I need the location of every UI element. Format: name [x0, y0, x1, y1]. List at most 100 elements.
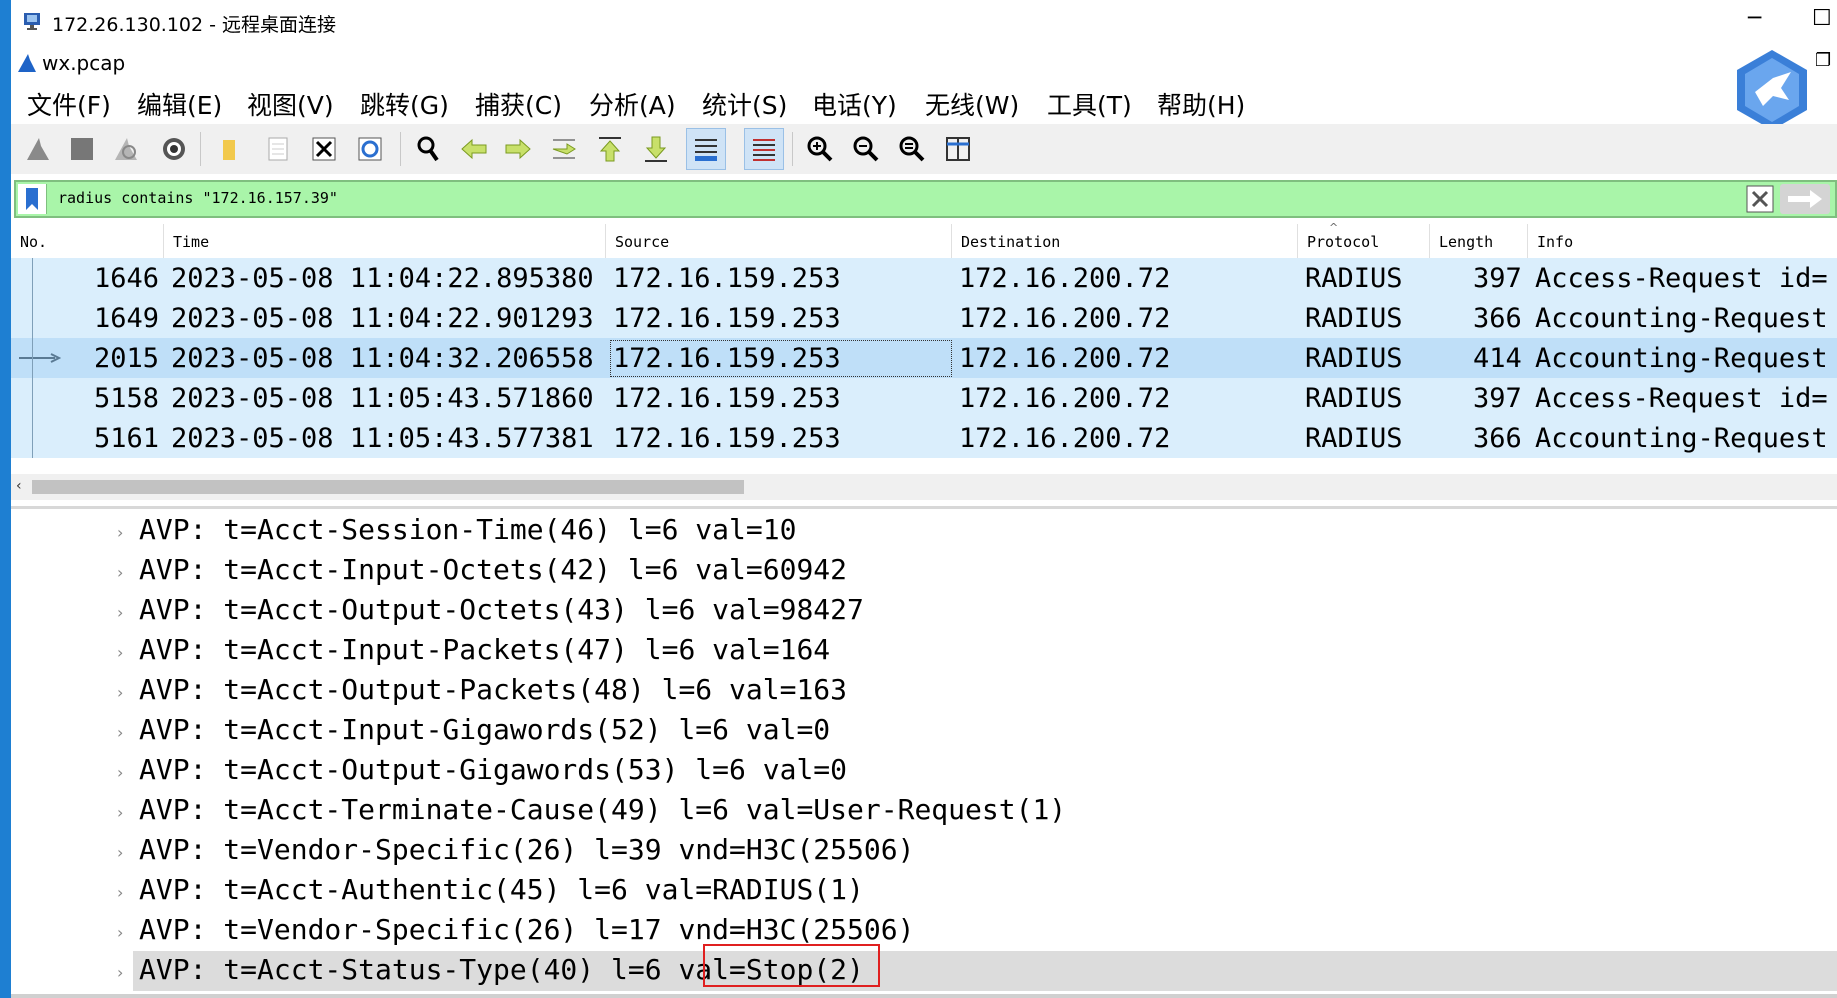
menu-edit[interactable]: 编辑(E)	[137, 86, 222, 122]
start-capture-button[interactable]	[18, 128, 58, 170]
maximize-button[interactable]: ☐	[1812, 6, 1832, 31]
detail-row[interactable]: › AVP: t=Acct-Input-Octets(42) l=6 val=60…	[11, 551, 1837, 591]
column-separator[interactable]	[1297, 224, 1298, 258]
column-no[interactable]: No.	[20, 233, 47, 251]
packet-row[interactable]: 1649 2023-05-08 11:04:22.901293 172.16.1…	[11, 298, 1837, 338]
column-separator[interactable]	[1429, 224, 1430, 258]
zoom-in-button[interactable]	[800, 128, 840, 170]
display-filter-input[interactable]: radius contains "172.16.157.39"	[58, 189, 338, 207]
menu-file[interactable]: 文件(F)	[27, 86, 111, 122]
packet-row[interactable]: 5158 2023-05-08 11:05:43.571860 172.16.1…	[11, 378, 1837, 418]
detail-row[interactable]: › AVP: t=Vendor-Specific(26) l=17 vnd=H3C…	[11, 911, 1837, 951]
detail-row[interactable]: › AVP: t=Acct-Terminate-Cause(49) l=6 val…	[11, 791, 1837, 831]
chevron-right-icon[interactable]: ›	[117, 923, 123, 942]
apply-filter-icon[interactable]	[1780, 184, 1830, 214]
menu-statistics[interactable]: 统计(S)	[702, 86, 787, 122]
packet-source: 172.16.159.253	[613, 383, 841, 414]
save-file-button[interactable]	[258, 128, 298, 170]
last-packet-button[interactable]	[636, 128, 676, 170]
chevron-right-icon[interactable]: ›	[117, 803, 123, 822]
packet-protocol: RADIUS	[1305, 263, 1403, 294]
chevron-right-icon[interactable]: ›	[117, 563, 123, 582]
column-separator[interactable]	[163, 224, 164, 258]
restart-shark-icon	[115, 138, 137, 160]
minimize-button[interactable]: ─	[1748, 6, 1761, 31]
packet-source: 172.16.159.253	[613, 263, 841, 294]
menu-tools[interactable]: 工具(T)	[1047, 86, 1132, 122]
highlight-annotation-box	[703, 944, 880, 987]
restart-capture-button[interactable]	[106, 128, 146, 170]
detail-row[interactable]: › AVP: t=Vendor-Specific(26) l=39 vnd=H3C…	[11, 831, 1837, 871]
detail-row[interactable]: › AVP: t=Acct-Output-Packets(48) l=6 val=…	[11, 671, 1837, 711]
close-file-button[interactable]	[304, 128, 344, 170]
detail-row[interactable]: › AVP: t=Acct-Session-Time(46) l=6 val=10	[11, 511, 1837, 551]
clear-filter-icon[interactable]	[1745, 184, 1775, 214]
menu-telephony[interactable]: 电话(Y)	[812, 86, 897, 122]
menu-help[interactable]: 帮助(H)	[1157, 86, 1245, 122]
scroll-left-icon[interactable]: ‹	[16, 478, 22, 494]
detail-text: AVP: t=Acct-Session-Time(46) l=6 val=10	[139, 513, 797, 546]
menu-analyze[interactable]: 分析(A)	[589, 86, 676, 122]
close-file-icon	[312, 137, 336, 161]
pane-splitter[interactable]	[11, 506, 1837, 509]
resize-columns-button[interactable]	[938, 128, 978, 170]
zoom-reset-button[interactable]	[892, 128, 932, 170]
reload-icon	[358, 137, 382, 161]
column-separator[interactable]	[1527, 224, 1528, 258]
chevron-right-icon[interactable]: ›	[117, 643, 123, 662]
detail-row[interactable]: › AVP: t=Acct-Input-Gigawords(52) l=6 val…	[11, 711, 1837, 751]
restore-button[interactable]: ❐	[1815, 50, 1831, 71]
packet-no: 1646	[94, 263, 160, 294]
menu-wireless[interactable]: 无线(W)	[925, 86, 1019, 122]
packet-row-selected[interactable]: 2015 2023-05-08 11:04:32.206558 172.16.1…	[11, 338, 1837, 378]
menu-view[interactable]: 视图(V)	[247, 86, 334, 122]
packet-info: Access-Request id=	[1535, 263, 1828, 294]
detail-row[interactable]: › AVP: t=Acct-Output-Gigawords(53) l=6 va…	[11, 751, 1837, 791]
bookmark-icon[interactable]	[18, 184, 47, 214]
packet-row[interactable]: 1646 2023-05-08 11:04:22.895380 172.16.1…	[11, 258, 1837, 298]
column-destination[interactable]: Destination	[961, 233, 1060, 251]
menu-go[interactable]: 跳转(G)	[360, 86, 449, 122]
autoscroll-button[interactable]	[686, 128, 726, 170]
scrollbar-thumb[interactable]	[32, 480, 744, 494]
go-back-button[interactable]	[454, 128, 494, 170]
stop-capture-button[interactable]	[62, 128, 102, 170]
packet-time: 2023-05-08 11:04:32.206558	[171, 343, 594, 374]
column-separator[interactable]	[951, 224, 952, 258]
detail-row[interactable]: › AVP: t=Acct-Output-Octets(43) l=6 val=9…	[11, 591, 1837, 631]
chevron-right-icon[interactable]: ›	[117, 963, 123, 982]
reload-file-button[interactable]	[350, 128, 390, 170]
column-separator[interactable]	[605, 224, 606, 258]
column-info[interactable]: Info	[1537, 233, 1573, 251]
gear-icon	[163, 138, 185, 160]
go-to-packet-button[interactable]	[544, 128, 584, 170]
colorize-button[interactable]	[744, 128, 784, 170]
detail-row-selected[interactable]: AVP: t=Acct-Status-Type(40) l=6 val=Stop…	[133, 951, 1837, 991]
column-length[interactable]: Length	[1439, 233, 1493, 251]
go-forward-button[interactable]	[498, 128, 538, 170]
open-file-button[interactable]	[210, 128, 250, 170]
packet-destination: 172.16.200.72	[959, 423, 1171, 454]
chevron-right-icon[interactable]: ›	[117, 763, 123, 782]
first-packet-button[interactable]	[590, 128, 630, 170]
find-packet-button[interactable]	[408, 128, 448, 170]
column-source[interactable]: Source	[615, 233, 669, 251]
colorize-icon	[753, 139, 775, 161]
zoom-in-icon	[807, 136, 833, 162]
menu-capture[interactable]: 捕获(C)	[475, 86, 562, 122]
chevron-right-icon[interactable]: ›	[117, 883, 123, 902]
column-time[interactable]: Time	[173, 233, 209, 251]
chevron-right-icon[interactable]: ›	[117, 603, 123, 622]
toolbar-separator	[400, 132, 401, 166]
detail-row[interactable]: › AVP: t=Acct-Authentic(45) l=6 val=RADIU…	[11, 871, 1837, 911]
zoom-out-button[interactable]	[846, 128, 886, 170]
chevron-right-icon[interactable]: ›	[117, 723, 123, 742]
column-protocol[interactable]: Protocol	[1307, 233, 1379, 251]
chevron-right-icon[interactable]: ›	[117, 523, 123, 542]
packet-row[interactable]: 5161 2023-05-08 11:05:43.577381 172.16.1…	[11, 418, 1837, 458]
packet-length: 366	[1473, 303, 1522, 334]
chevron-right-icon[interactable]: ›	[117, 843, 123, 862]
detail-row[interactable]: › AVP: t=Acct-Input-Packets(47) l=6 val=1…	[11, 631, 1837, 671]
chevron-right-icon[interactable]: ›	[117, 683, 123, 702]
capture-options-button[interactable]	[154, 128, 194, 170]
